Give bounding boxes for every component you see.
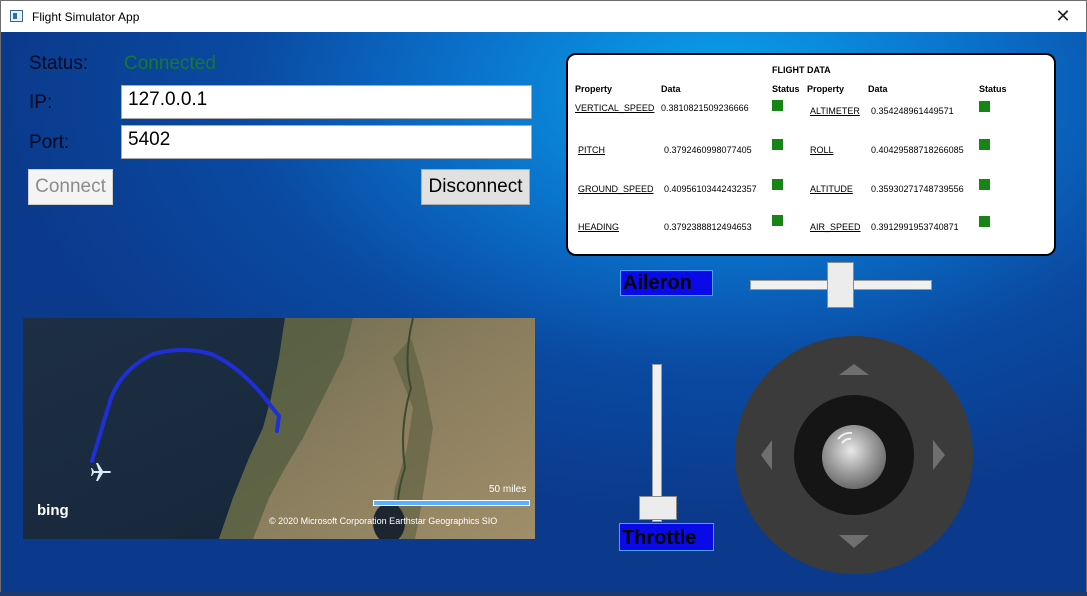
prop-air-speed[interactable]: AIR_SPEED (810, 222, 861, 232)
value-heading: 0.3792388812494653 (664, 222, 752, 232)
status-led (979, 101, 990, 112)
status-led (772, 215, 783, 226)
header-status-left: Status (772, 84, 800, 94)
value-air-speed: 0.3912991953740871 (871, 222, 959, 232)
port-label: Port: (29, 132, 70, 153)
status-led (979, 139, 990, 150)
scale-label: 50 miles (489, 484, 527, 495)
header-data-left: Data (661, 84, 681, 94)
flight-data-title: FLIGHT DATA (772, 65, 831, 75)
header-property-left: Property (575, 84, 613, 94)
prop-roll[interactable]: ROLL (810, 145, 834, 155)
window-title: Flight Simulator App (32, 10, 140, 24)
ip-input[interactable]: 127.0.0.1 (121, 85, 532, 119)
throttle-label: Throttle (619, 523, 714, 551)
ip-label: IP: (29, 92, 53, 113)
value-altitude: 0.35930271748739556 (871, 184, 964, 194)
value-altimeter: 0.354248961449571 (871, 106, 954, 116)
app-window: Flight Simulator App ✕ Status: Connected… (0, 0, 1087, 592)
throttle-slider-thumb[interactable] (639, 496, 677, 520)
scale-bar (373, 500, 530, 506)
disconnect-button[interactable]: Disconnect (421, 169, 530, 205)
header-property-right: Property (807, 84, 845, 94)
aileron-slider-thumb[interactable] (827, 262, 854, 308)
value-vertical-speed: 0.3810821509236666 (661, 103, 749, 113)
map-copyright: © 2020 Microsoft Corporation Earthstar G… (269, 516, 498, 526)
close-icon[interactable]: ✕ (1040, 1, 1086, 32)
status-value: Connected (124, 53, 216, 74)
joystick-knob[interactable] (822, 425, 886, 489)
prop-altitude[interactable]: ALTITUDE (810, 184, 853, 194)
status-label: Status: (29, 53, 89, 74)
bing-logo: bing (37, 502, 69, 519)
prop-heading[interactable]: HEADING (578, 222, 619, 232)
status-led (979, 216, 990, 227)
header-status-right: Status (979, 84, 1007, 94)
value-pitch: 0.3792460998077405 (664, 145, 752, 155)
status-led (772, 139, 783, 150)
status-led (979, 179, 990, 190)
client-area: Status: Connected IP: 127.0.0.1 Port: 54… (1, 32, 1086, 592)
status-led (772, 179, 783, 190)
map-view[interactable]: bing 50 miles © 2020 Microsoft Corporati… (23, 318, 535, 539)
flight-data-panel: FLIGHT DATA Property Data Status Propert… (566, 53, 1056, 256)
connect-button[interactable]: Connect (28, 169, 113, 205)
aileron-label: Aileron (620, 270, 713, 296)
prop-pitch[interactable]: PITCH (578, 145, 605, 155)
header-data-right: Data (868, 84, 888, 94)
app-window-icon (10, 10, 23, 22)
prop-ground-speed[interactable]: GROUND_SPEED (578, 184, 654, 194)
prop-vertical-speed[interactable]: VERTICAL_SPEED (575, 103, 654, 113)
status-led (772, 100, 783, 111)
title-bar: Flight Simulator App ✕ (1, 1, 1086, 32)
value-roll: 0.40429588718266085 (871, 145, 964, 155)
value-ground-speed: 0.40956103442432357 (664, 184, 757, 194)
port-input[interactable]: 5402 (121, 125, 532, 159)
airplane-icon (89, 460, 113, 484)
prop-altimeter[interactable]: ALTIMETER (810, 106, 860, 116)
joystick[interactable] (734, 335, 974, 575)
